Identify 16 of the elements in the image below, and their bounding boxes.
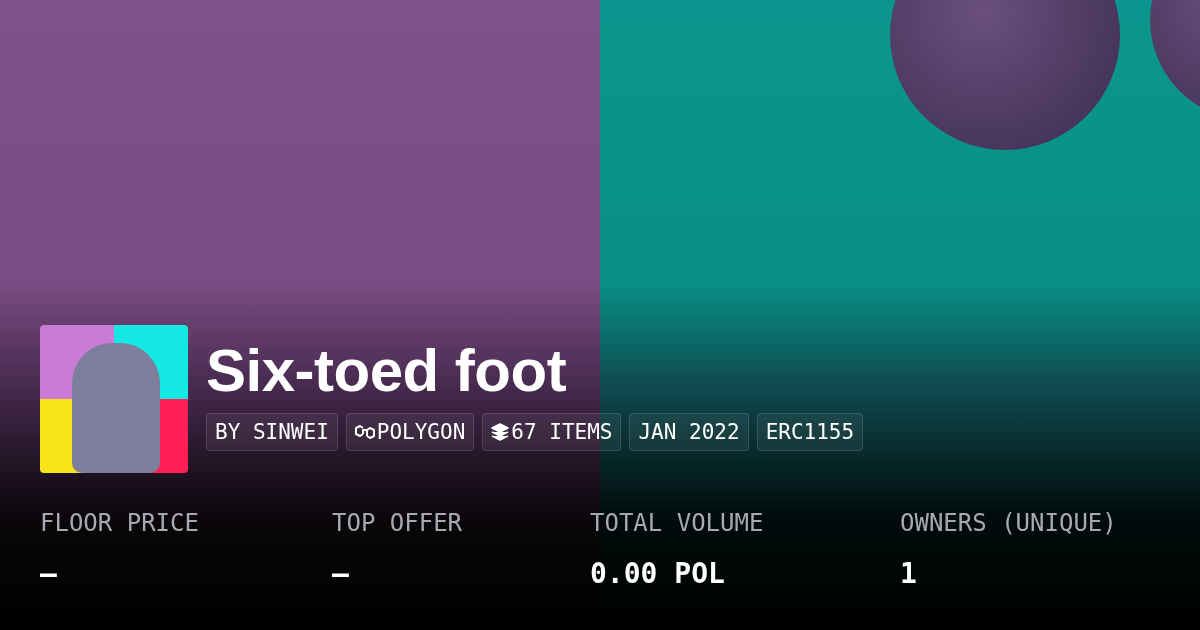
stat-value: – <box>40 557 58 590</box>
tag-label: 67 ITEMS <box>511 420 613 444</box>
stat-value: 0.00 POL <box>590 557 726 590</box>
collection-tag: BY SINWEI <box>206 413 338 451</box>
chain-link-icon <box>354 423 375 441</box>
stat-value: – <box>332 557 350 590</box>
collection-title: Six-toed foot <box>206 339 568 403</box>
stat-label: OWNERS (UNIQUE) <box>900 509 1118 537</box>
tag-label: POLYGON <box>376 420 466 444</box>
collection-tag: ERC1155 <box>756 413 864 451</box>
stat-label: TOTAL VOLUME <box>590 509 765 537</box>
stat-value: 1 <box>900 557 918 590</box>
stat-label: FLOOR PRICE <box>40 509 200 537</box>
stat-label: TOP OFFER <box>332 509 464 537</box>
layers-icon <box>491 423 510 441</box>
collection-tag: JAN 2022 <box>629 413 749 451</box>
